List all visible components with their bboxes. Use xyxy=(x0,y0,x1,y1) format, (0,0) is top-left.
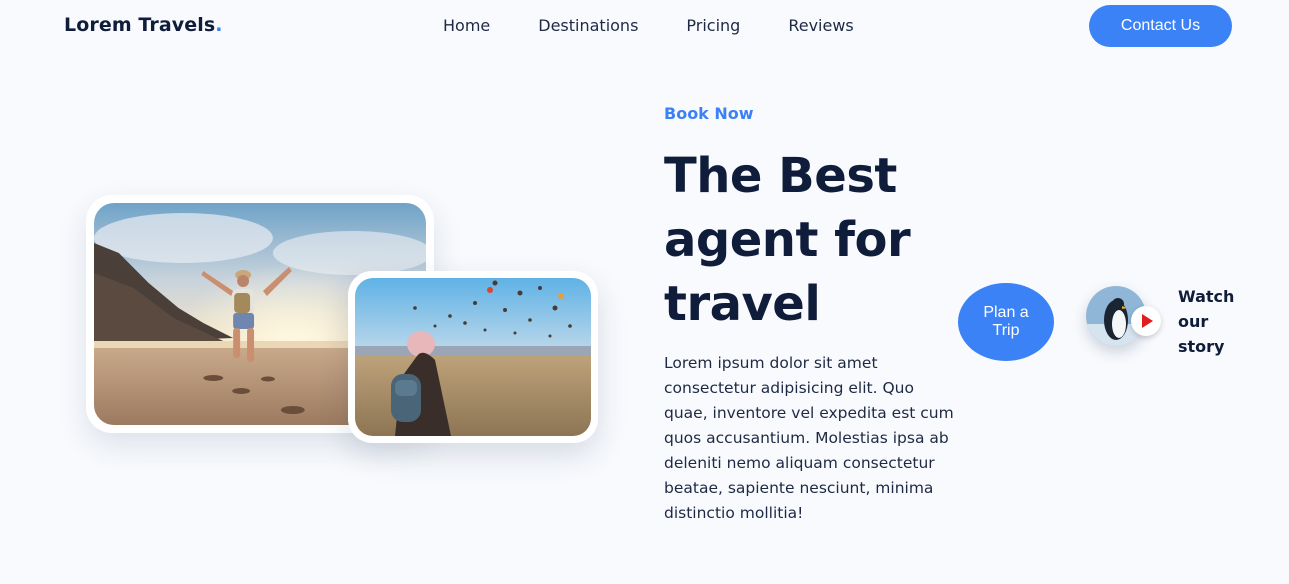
page: Lorem Travels. Home Destinations Pricing… xyxy=(0,0,1289,584)
nav-home[interactable]: Home xyxy=(443,16,490,35)
plan-a-trip-button[interactable]: Plan a Trip xyxy=(958,283,1054,361)
play-icon xyxy=(1142,314,1153,328)
logo-dot: . xyxy=(215,14,223,36)
contact-us-button[interactable]: Contact Us xyxy=(1089,5,1232,47)
nav-pricing[interactable]: Pricing xyxy=(686,16,740,35)
book-now-label: Book Now xyxy=(664,104,754,123)
nav-reviews[interactable]: Reviews xyxy=(788,16,853,35)
hero-description: Lorem ipsum dolor sit amet consectetur a… xyxy=(664,354,954,522)
balloons-traveler-image xyxy=(355,278,591,436)
balloons-photo-card xyxy=(348,271,598,443)
play-button[interactable] xyxy=(1131,306,1161,336)
watch-story-label[interactable]: Watch our story xyxy=(1178,284,1238,359)
logo-text: Lorem Travels xyxy=(64,14,216,36)
logo[interactable]: Lorem Travels. xyxy=(64,14,223,36)
main-nav: Home Destinations Pricing Reviews xyxy=(443,16,854,35)
nav-destinations[interactable]: Destinations xyxy=(538,16,638,35)
hero-headline: The Best agent for travel xyxy=(664,148,911,332)
